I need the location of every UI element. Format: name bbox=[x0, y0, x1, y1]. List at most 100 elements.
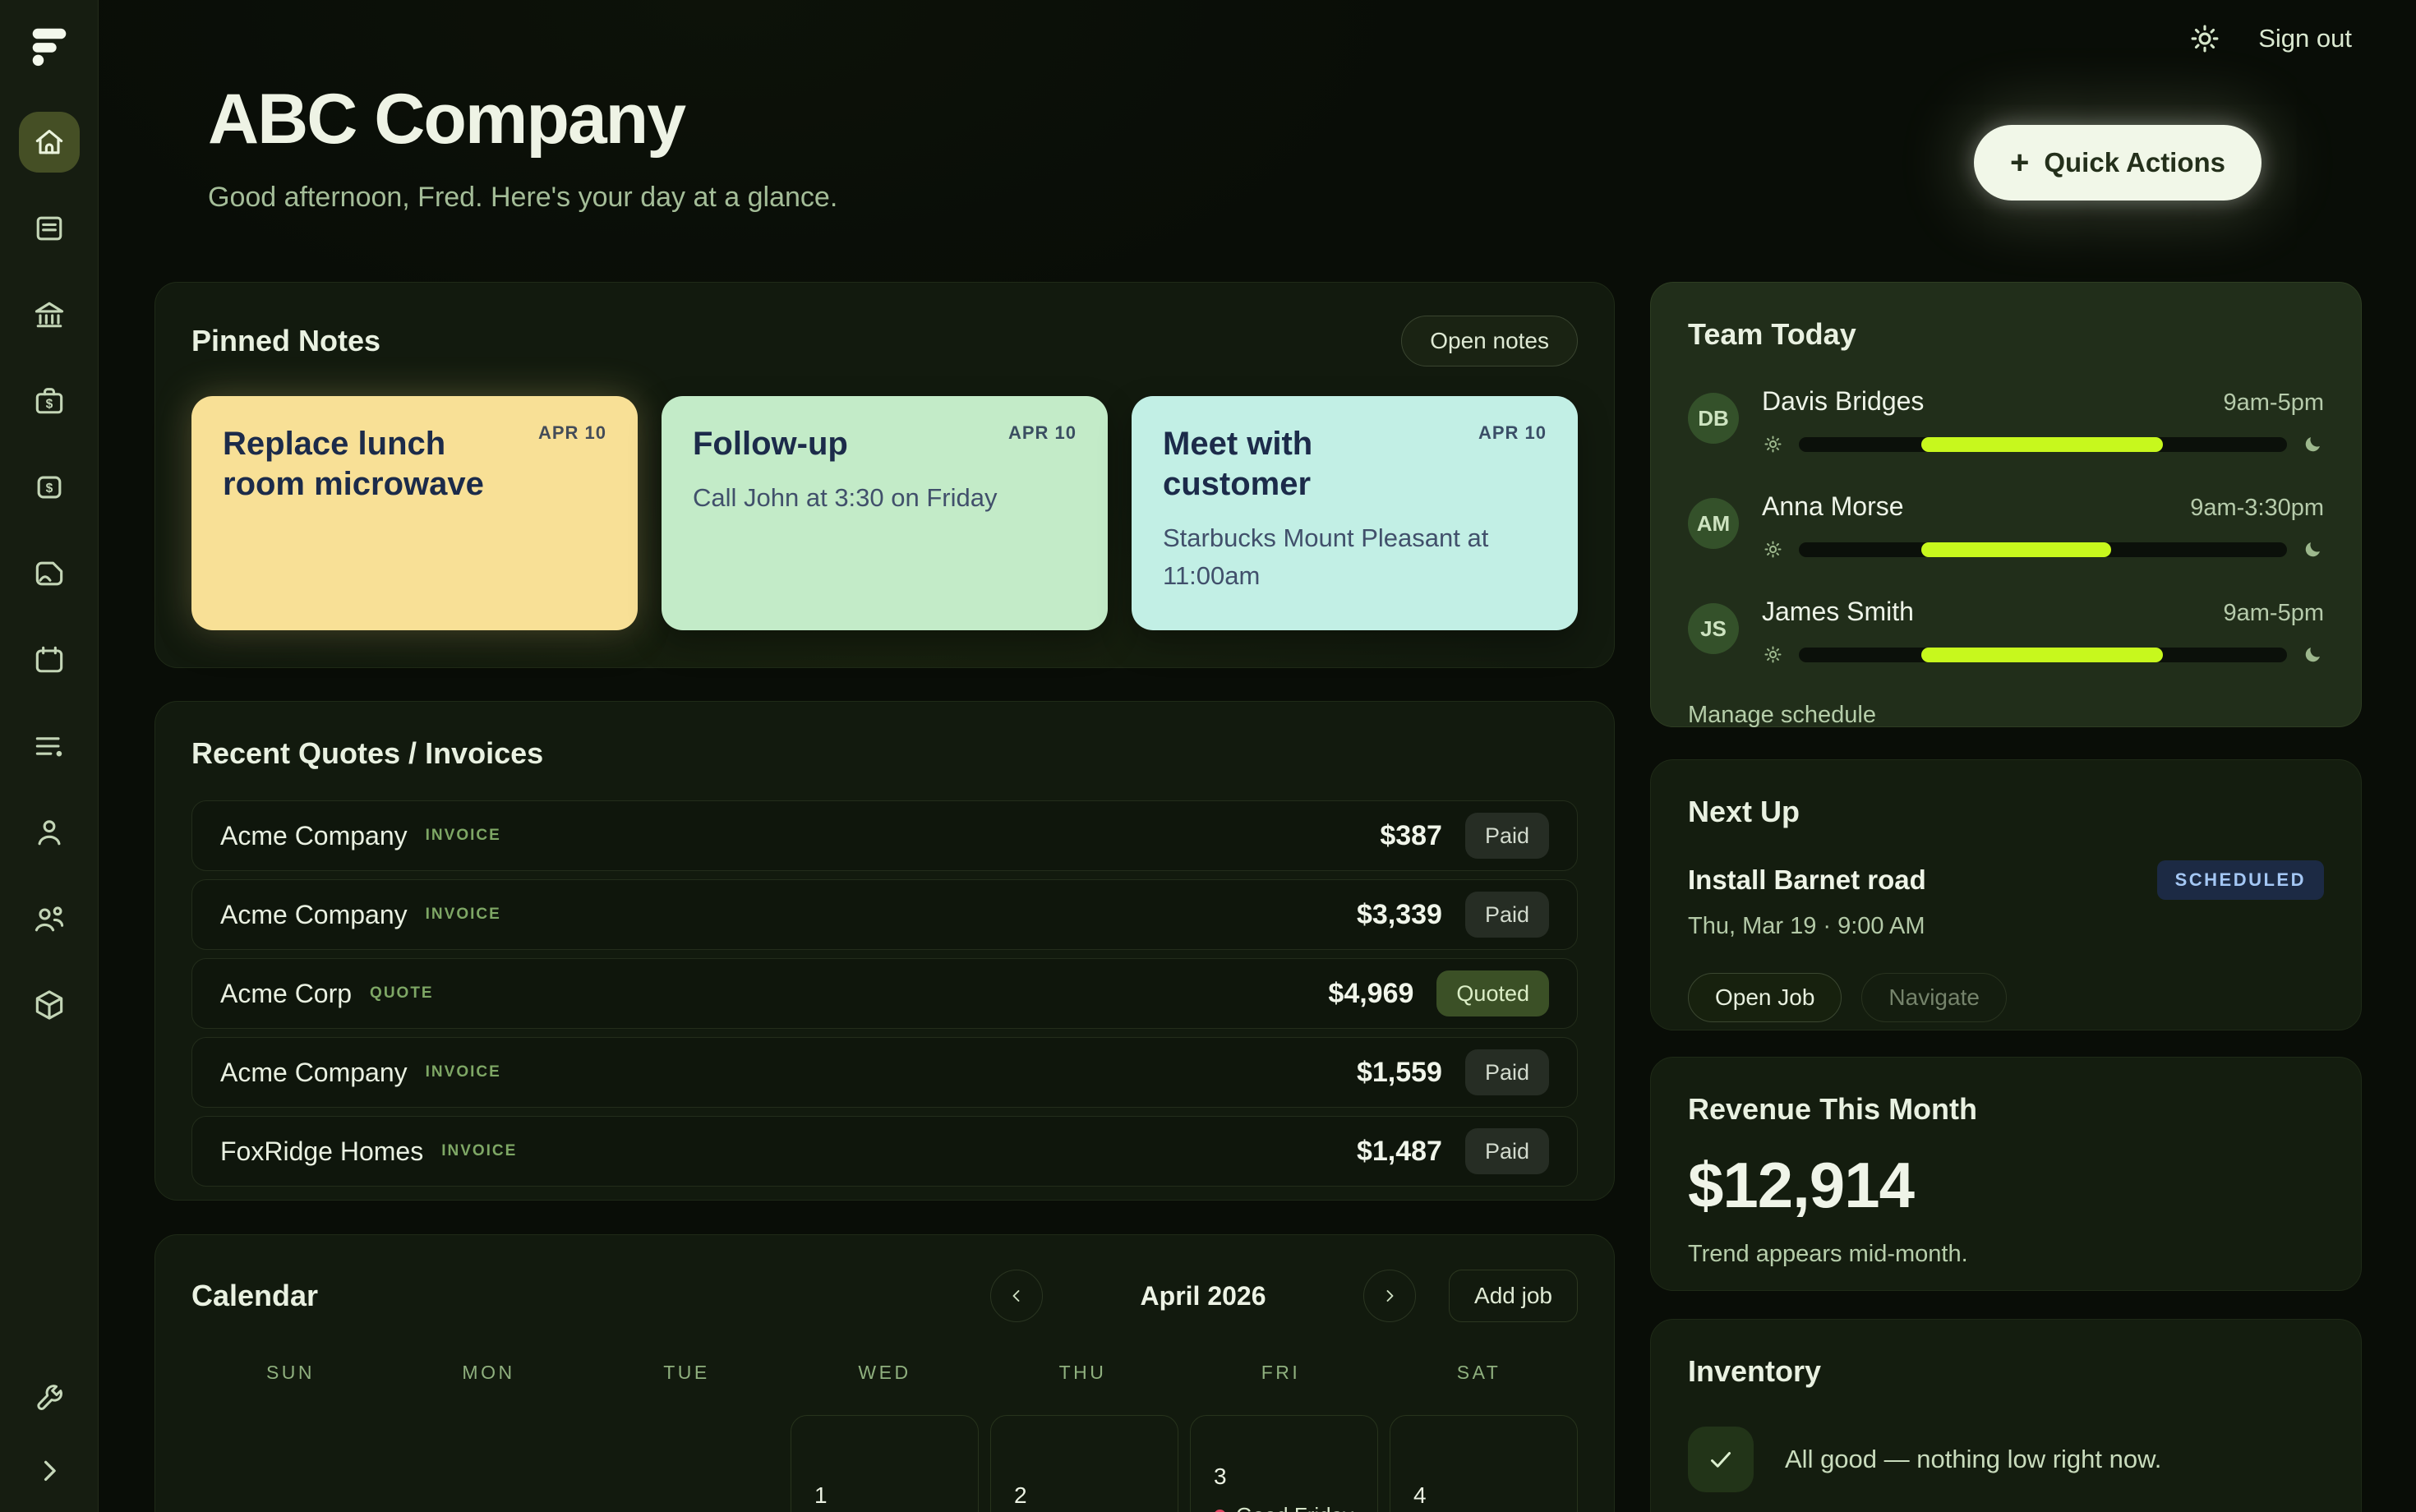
invoice-row[interactable]: Acme Company INVOICE $387 Paid bbox=[191, 800, 1578, 871]
note-card[interactable]: APR 10 Meet with customer Starbucks Moun… bbox=[1132, 396, 1578, 630]
amount: $4,969 bbox=[1328, 978, 1413, 1010]
sidebar-collapse-button[interactable] bbox=[32, 1453, 67, 1487]
sidebar-item-home[interactable] bbox=[19, 112, 80, 173]
weekday-label: WED bbox=[786, 1362, 984, 1384]
weekday-label: MON bbox=[390, 1362, 588, 1384]
calendar-day-cell[interactable]: 2 bbox=[990, 1415, 1178, 1512]
sidebar-nav: $ $ bbox=[19, 112, 80, 1035]
open-notes-button[interactable]: Open notes bbox=[1401, 316, 1578, 366]
day-number: 1 bbox=[814, 1482, 828, 1509]
notes-icon bbox=[31, 210, 67, 247]
navigate-button[interactable]: Navigate bbox=[1861, 973, 2007, 1022]
calendar-event: Good Friday bbox=[1214, 1503, 1353, 1512]
note-card[interactable]: APR 10 Replace lunch room microwave bbox=[191, 396, 638, 630]
calendar-prev-button[interactable] bbox=[990, 1270, 1043, 1322]
list-icon bbox=[31, 728, 67, 764]
invoice-row[interactable]: Acme Company INVOICE $3,339 Paid bbox=[191, 879, 1578, 950]
calendar-day-cell[interactable]: 1 bbox=[791, 1415, 979, 1512]
member-hours: 9am-5pm bbox=[2224, 390, 2325, 417]
sidebar-item-bank[interactable] bbox=[19, 284, 80, 345]
job-datetime: Thu, Mar 19 · 9:00 AM bbox=[1688, 913, 2324, 940]
note-date: APR 10 bbox=[1478, 422, 1547, 444]
avatar: AM bbox=[1688, 498, 1739, 549]
customer-name: FoxRidge Homes bbox=[220, 1136, 423, 1167]
notes-row: APR 10 Replace lunch room microwave APR … bbox=[191, 396, 1578, 630]
customer-name: Acme Company bbox=[220, 821, 408, 851]
sidebar-item-media[interactable] bbox=[19, 543, 80, 604]
note-title: Replace lunch room microwave bbox=[223, 424, 514, 505]
revenue-title: Revenue This Month bbox=[1688, 1092, 2324, 1127]
moon-icon bbox=[2302, 433, 2324, 455]
job-title: Install Barnet road bbox=[1688, 864, 1926, 896]
bank-icon bbox=[31, 297, 67, 333]
calendar-next-button[interactable] bbox=[1363, 1270, 1416, 1322]
shift-fill bbox=[1921, 437, 2163, 452]
sidebar-item-customers[interactable] bbox=[19, 802, 80, 863]
weekday-label: TUE bbox=[588, 1362, 786, 1384]
page-header: ABC Company Good afternoon, Fred. Here's… bbox=[208, 79, 837, 214]
sun-icon bbox=[1762, 538, 1784, 560]
inventory-message: All good — nothing low right now. bbox=[1785, 1445, 2161, 1474]
calendar-month-label: April 2026 bbox=[1051, 1281, 1355, 1311]
shift-fill bbox=[1921, 542, 2112, 557]
revenue-panel: Revenue This Month $12,914 Trend appears… bbox=[1650, 1057, 2362, 1291]
add-job-button[interactable]: Add job bbox=[1449, 1270, 1578, 1322]
plus-icon: + bbox=[2010, 146, 2029, 179]
invoice-row[interactable]: Acme Corp QUOTE $4,969 Quoted bbox=[191, 958, 1578, 1029]
svg-text:$: $ bbox=[45, 397, 53, 411]
note-card[interactable]: APR 10 Follow-up Call John at 3:30 on Fr… bbox=[662, 396, 1108, 630]
scheduled-badge: SCHEDULED bbox=[2157, 860, 2324, 900]
check-icon bbox=[1706, 1445, 1736, 1474]
avatar: DB bbox=[1688, 393, 1739, 444]
quick-actions-button[interactable]: + Quick Actions bbox=[1974, 125, 2262, 201]
sidebar-item-calendar[interactable] bbox=[19, 629, 80, 690]
calendar-day-cell[interactable]: 3 Good Friday bbox=[1190, 1415, 1378, 1512]
event-label: Good Friday bbox=[1236, 1503, 1353, 1512]
sidebar-item-tasks[interactable] bbox=[19, 716, 80, 777]
calendar-panel: Calendar April 2026 Add job SUN MON TUE … bbox=[154, 1234, 1615, 1512]
chevron-right-icon bbox=[1380, 1286, 1399, 1306]
calendar-empty-cell bbox=[391, 1415, 579, 1512]
note-title: Follow-up bbox=[693, 424, 984, 464]
member-name: Davis Bridges bbox=[1762, 386, 1924, 417]
weekday-label: FRI bbox=[1182, 1362, 1380, 1384]
sign-out-link[interactable]: Sign out bbox=[2258, 24, 2352, 53]
team-today-title: Team Today bbox=[1688, 317, 2324, 352]
sidebar-item-notes[interactable] bbox=[19, 198, 80, 259]
manage-schedule-link[interactable]: Manage schedule bbox=[1688, 702, 1876, 729]
avatar: JS bbox=[1688, 603, 1739, 654]
calendar-day-cell[interactable]: 4 bbox=[1390, 1415, 1578, 1512]
sidebar-item-team[interactable] bbox=[19, 888, 80, 949]
invoice-row[interactable]: Acme Company INVOICE $1,559 Paid bbox=[191, 1037, 1578, 1108]
home-icon bbox=[31, 124, 67, 160]
calendar-empty-cell bbox=[591, 1415, 779, 1512]
note-body: Starbucks Mount Pleasant at 11:00am bbox=[1163, 519, 1501, 596]
sun-theme-icon[interactable] bbox=[2188, 21, 2222, 56]
invoice-row[interactable]: FoxRidge Homes INVOICE $1,487 Paid bbox=[191, 1116, 1578, 1187]
day-number: 3 bbox=[1214, 1464, 1227, 1490]
next-up-panel: Next Up Install Barnet road SCHEDULED Th… bbox=[1650, 759, 2362, 1030]
open-job-button[interactable]: Open Job bbox=[1688, 973, 1842, 1022]
day-number: 2 bbox=[1014, 1482, 1027, 1509]
recent-invoices-panel: Recent Quotes / Invoices Acme Company IN… bbox=[154, 701, 1615, 1201]
person-icon bbox=[31, 814, 67, 850]
member-hours: 9am-3:30pm bbox=[2190, 495, 2324, 522]
doc-type-tag: INVOICE bbox=[426, 906, 501, 924]
event-dot-icon bbox=[1214, 1510, 1226, 1512]
sun-icon bbox=[1762, 643, 1784, 666]
page-subtitle: Good afternoon, Fred. Here's your day at… bbox=[208, 182, 837, 214]
next-up-title: Next Up bbox=[1688, 795, 2324, 829]
moon-icon bbox=[2302, 538, 2324, 560]
status-badge: Quoted bbox=[1436, 970, 1549, 1016]
sidebar-item-tools[interactable] bbox=[32, 1381, 67, 1415]
sidebar-item-payments[interactable]: $ bbox=[19, 457, 80, 518]
customer-name: Acme Company bbox=[220, 1058, 408, 1088]
sidebar-item-jobs[interactable]: $ bbox=[19, 371, 80, 431]
sidebar-item-inventory[interactable] bbox=[19, 975, 80, 1035]
image-icon bbox=[31, 555, 67, 592]
shift-bar bbox=[1799, 437, 2287, 452]
customer-name: Acme Corp bbox=[220, 979, 352, 1009]
member-hours: 9am-5pm bbox=[2224, 600, 2325, 627]
note-date: APR 10 bbox=[538, 422, 606, 444]
weekday-label: SAT bbox=[1380, 1362, 1578, 1384]
